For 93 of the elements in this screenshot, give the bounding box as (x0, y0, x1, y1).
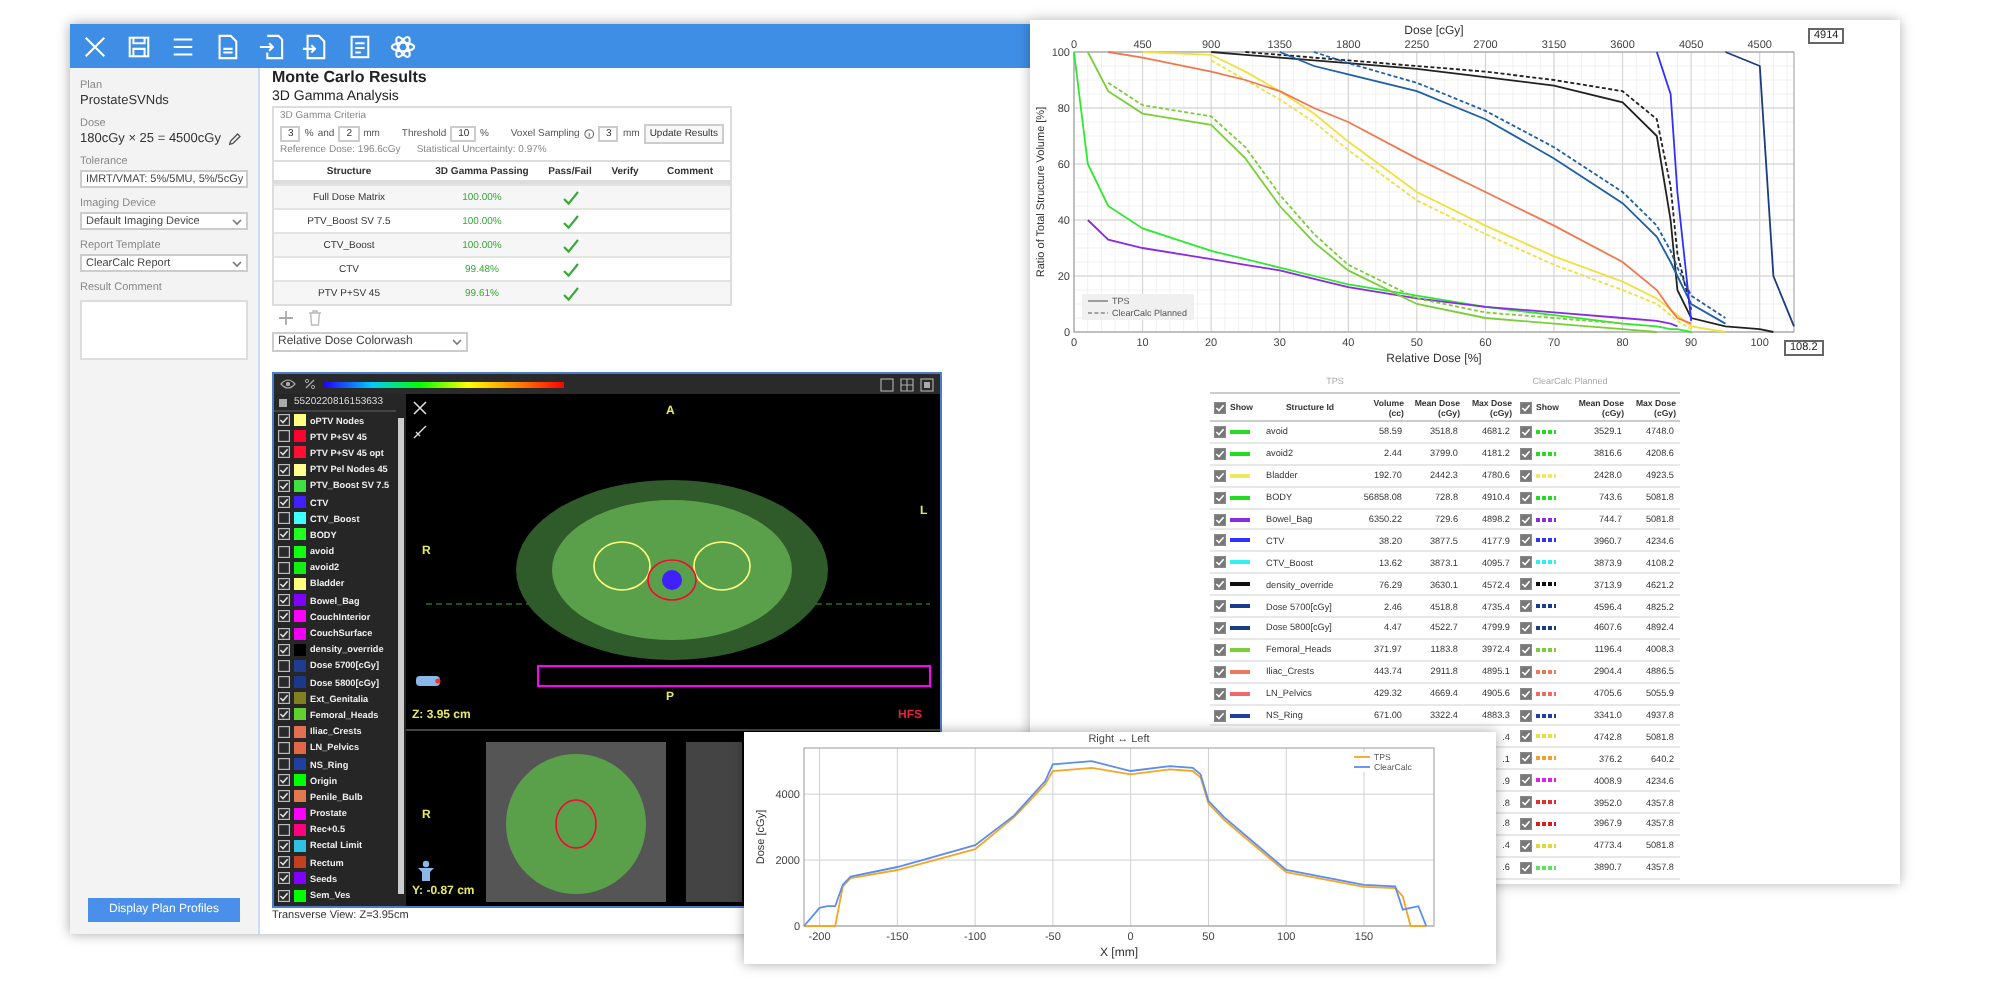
save-icon[interactable] (126, 33, 152, 59)
square-icon[interactable] (880, 377, 894, 391)
checkbox[interactable] (1520, 839, 1532, 852)
checkbox[interactable] (278, 741, 290, 754)
checkbox[interactable] (1214, 513, 1226, 525)
checkbox[interactable] (1214, 621, 1226, 634)
checkbox[interactable] (278, 594, 290, 607)
checkbox[interactable] (1520, 796, 1532, 809)
checkbox[interactable] (278, 774, 290, 787)
checkbox[interactable] (1214, 600, 1226, 613)
checkbox[interactable] (1520, 709, 1532, 722)
checkbox[interactable] (278, 479, 290, 492)
checkbox[interactable] (1520, 401, 1532, 413)
checkbox[interactable] (278, 725, 290, 738)
grid-icon[interactable] (900, 377, 914, 391)
checkbox[interactable] (278, 496, 290, 509)
checkbox[interactable] (1520, 513, 1532, 525)
caret-icon (452, 338, 462, 346)
checkbox[interactable] (1520, 578, 1532, 591)
checkbox[interactable] (278, 561, 290, 574)
checkbox[interactable] (1520, 600, 1532, 613)
checkbox[interactable] (278, 659, 290, 672)
checkbox[interactable] (278, 414, 290, 427)
checkbox[interactable] (1214, 556, 1226, 569)
document-arrow-icon[interactable] (302, 33, 328, 59)
comment-field[interactable] (80, 300, 248, 360)
checkbox[interactable] (278, 610, 290, 623)
checkbox[interactable] (278, 872, 290, 885)
checkbox[interactable] (1214, 425, 1226, 438)
checkbox[interactable] (278, 856, 290, 869)
checkbox[interactable] (1520, 556, 1532, 569)
ruler-icon[interactable] (412, 424, 428, 440)
checkbox[interactable] (278, 790, 290, 803)
document-arrow-icon[interactable] (258, 33, 284, 59)
checkbox[interactable] (278, 692, 290, 705)
checkbox[interactable] (1214, 401, 1226, 413)
checkbox[interactable] (278, 676, 290, 689)
checkbox[interactable] (1520, 752, 1532, 765)
checkbox[interactable] (278, 758, 290, 771)
checkbox[interactable] (278, 463, 290, 476)
checkbox[interactable] (1520, 469, 1532, 482)
eye-icon[interactable] (280, 378, 296, 390)
checkbox[interactable] (278, 708, 290, 721)
checkbox[interactable] (1214, 447, 1226, 460)
checkbox[interactable] (1214, 491, 1226, 504)
checkbox[interactable] (1520, 425, 1532, 438)
checkbox[interactable] (278, 545, 290, 558)
percent-icon[interactable] (304, 378, 316, 390)
atom-icon[interactable] (390, 33, 416, 59)
checkbox[interactable] (1520, 643, 1532, 656)
checkbox[interactable] (278, 577, 290, 590)
pencil-icon[interactable] (228, 132, 243, 146)
checkbox[interactable] (1520, 534, 1532, 547)
document-lines-icon[interactable] (346, 33, 372, 59)
checkbox[interactable] (1214, 665, 1226, 678)
checkbox[interactable] (1520, 730, 1532, 743)
close-icon[interactable] (412, 400, 428, 416)
checkbox[interactable] (278, 823, 290, 836)
checkbox[interactable] (278, 643, 290, 656)
checkbox[interactable] (1214, 469, 1226, 482)
checkbox[interactable] (278, 446, 290, 459)
checkbox[interactable] (1520, 491, 1532, 504)
checkbox[interactable] (1214, 687, 1226, 700)
checkbox[interactable] (1520, 774, 1532, 787)
person-icon (416, 860, 436, 882)
caret-icon (232, 259, 242, 267)
patient-orientation-icon (414, 674, 442, 688)
info-icon[interactable] (583, 127, 595, 139)
document-icon[interactable] (214, 33, 240, 59)
menu-icon[interactable] (170, 33, 196, 59)
checkbox[interactable] (278, 807, 290, 820)
checkbox[interactable] (278, 512, 290, 525)
page-title: Monte Carlo Results (272, 68, 429, 88)
checkbox[interactable] (1520, 621, 1532, 634)
checkbox[interactable] (278, 430, 290, 443)
checkbox[interactable] (278, 627, 290, 640)
checkbox[interactable] (278, 839, 290, 852)
caret-icon (232, 217, 242, 225)
checkbox[interactable] (1520, 447, 1532, 460)
checkbox[interactable] (1520, 665, 1532, 678)
checkbox[interactable] (1214, 643, 1226, 656)
checkbox[interactable] (1520, 817, 1532, 830)
checkbox[interactable] (1214, 534, 1226, 547)
square-icon[interactable] (920, 377, 934, 391)
checkbox[interactable] (1520, 861, 1532, 874)
scrollbar[interactable] (398, 418, 404, 894)
checkbox[interactable] (278, 889, 290, 902)
checkbox[interactable] (1214, 578, 1226, 591)
checkbox[interactable] (1520, 687, 1532, 700)
add-icon[interactable] (278, 310, 294, 326)
square-icon (278, 397, 288, 407)
checkbox[interactable] (1214, 709, 1226, 722)
checkbox[interactable] (278, 528, 290, 541)
